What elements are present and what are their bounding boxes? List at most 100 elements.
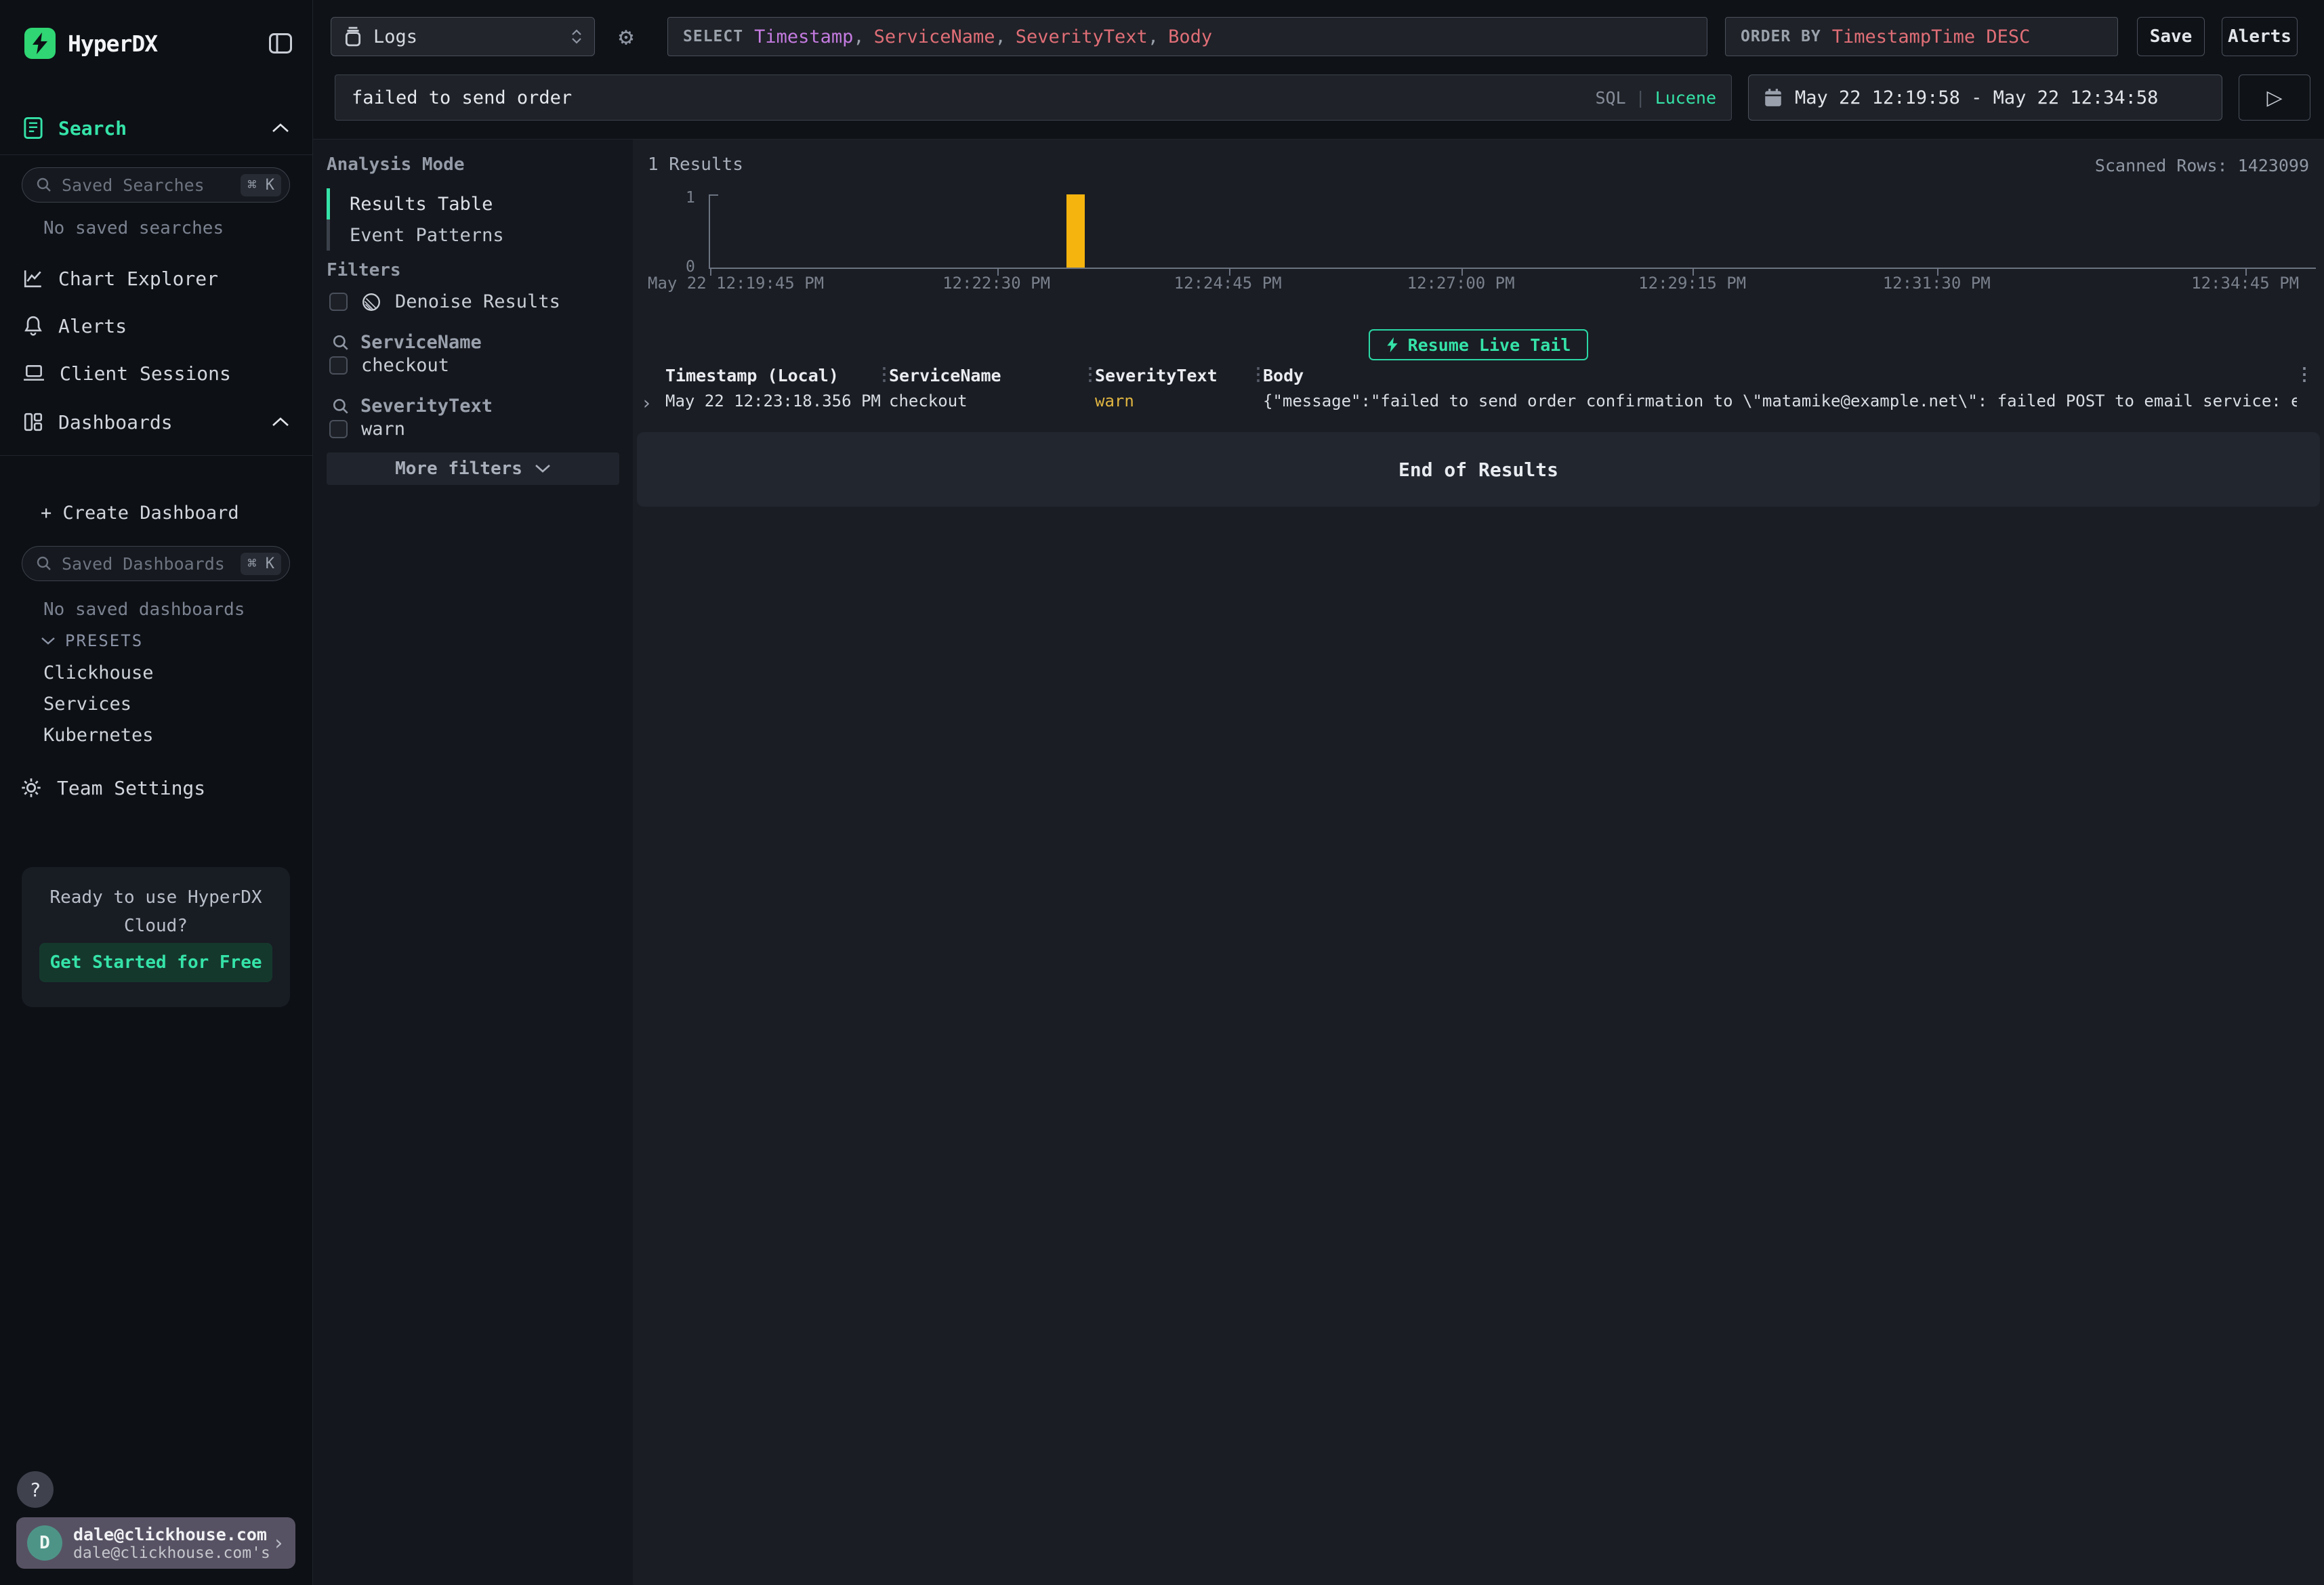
select-chevrons-icon <box>571 29 582 44</box>
filters-panel: Analysis Mode Results Table Event Patter… <box>313 140 633 1585</box>
filter-group-severitytext: SeverityText <box>332 396 493 417</box>
x-tick-label: 12:31:30 PM <box>1883 274 1991 293</box>
sql-column: Body <box>1168 26 1212 47</box>
source-settings-gear-icon[interactable]: ⚙ <box>606 17 646 56</box>
save-button[interactable]: Save <box>2137 17 2205 56</box>
mode-label: Event Patterns <box>350 225 504 246</box>
filter-option-label: warn <box>361 419 405 440</box>
user-info: dale@clickhouse.com dale@clickhouse.com'… <box>73 1525 270 1562</box>
sidebar-collapse-icon[interactable] <box>269 33 292 54</box>
column-header-timestamp[interactable]: Timestamp (Local) <box>665 366 869 385</box>
filter-group-servicename: ServiceName <box>332 332 482 353</box>
get-started-button[interactable]: Get Started for Free <box>39 943 272 982</box>
sql-column: SeverityText <box>1016 26 1148 47</box>
column-header-severitytext[interactable]: SeverityText <box>1095 366 1244 385</box>
sidebar-item-label: Client Sessions <box>60 362 231 385</box>
promo-line2: Cloud? <box>22 912 290 940</box>
lightning-icon <box>1386 336 1398 354</box>
language-toggle: SQL | Lucene <box>1595 88 1731 108</box>
source-select[interactable]: Logs <box>331 17 595 56</box>
end-of-results-label: End of Results <box>1398 459 1558 481</box>
mode-results-table[interactable]: Results Table <box>327 188 611 219</box>
denoise-results-option[interactable]: Denoise Results <box>329 291 560 312</box>
saved-dashboards-input[interactable] <box>62 554 241 574</box>
filters-label: Filters <box>327 260 401 280</box>
mode-event-patterns[interactable]: Event Patterns <box>327 219 611 251</box>
order-by-input[interactable]: ORDER BY TimestampTime DESC <box>1725 17 2118 56</box>
search-icon <box>36 555 52 572</box>
chart-bar[interactable] <box>1066 194 1085 268</box>
filter-option-warn[interactable]: warn <box>329 419 405 440</box>
calendar-icon <box>1764 87 1783 108</box>
filter-option-checkout[interactable]: checkout <box>329 355 449 376</box>
mode-label: Results Table <box>350 194 493 215</box>
chevron-down-icon <box>535 464 551 473</box>
saved-searches-input[interactable] <box>62 175 241 195</box>
sql-column: ServiceName <box>874 26 995 47</box>
saved-searches-search[interactable]: ⌘ K <box>22 167 290 203</box>
sql-column: Timestamp <box>754 26 853 47</box>
saved-dashboards-search[interactable]: ⌘ K <box>22 546 290 581</box>
resume-live-tail-button[interactable]: Resume Live Tail <box>1369 329 1589 360</box>
warn-checkbox[interactable] <box>329 420 348 438</box>
presets-label: PRESETS <box>65 631 143 650</box>
x-tick-label: 12:34:45 PM <box>2191 274 2299 293</box>
preset-kubernetes[interactable]: Kubernetes <box>43 725 154 746</box>
chevron-down-icon <box>41 636 56 646</box>
cmd-k-shortcut: ⌘ K <box>241 174 281 196</box>
filter-group-name: SeverityText <box>360 396 493 417</box>
search-icon[interactable] <box>332 398 350 415</box>
chevron-right-icon: › <box>272 1531 285 1555</box>
more-filters-button[interactable]: More filters <box>327 452 619 485</box>
laptop-icon <box>23 364 45 383</box>
cloud-promo-card: Ready to use HyperDX Cloud? Get Started … <box>22 867 290 1007</box>
chevron-up-icon[interactable] <box>272 417 289 427</box>
filter-group-name: ServiceName <box>360 332 482 353</box>
end-of-results: End of Results <box>637 432 2320 507</box>
x-tick-label: 12:22:30 PM <box>942 274 1050 293</box>
brand-row: HyperDX <box>24 24 292 62</box>
checkout-checkbox[interactable] <box>329 356 348 375</box>
search-icon[interactable] <box>332 334 350 352</box>
sidebar-item-client-sessions[interactable]: Client Sessions <box>0 358 312 389</box>
user-menu[interactable]: D dale@clickhouse.com dale@clickhouse.co… <box>16 1517 295 1569</box>
row-expand-icon[interactable]: › <box>641 393 652 414</box>
x-tick-label: 12:29:15 PM <box>1638 274 1746 293</box>
chevron-up-icon[interactable] <box>272 123 289 133</box>
sidebar-item-dashboards[interactable]: Dashboards <box>0 406 312 438</box>
source-select-value: Logs <box>373 26 417 47</box>
table-row[interactable]: › May 22 12:23:18.356 PM checkout warn {… <box>633 392 2324 420</box>
denoise-checkbox[interactable] <box>329 293 348 311</box>
user-email: dale@clickhouse.com <box>73 1525 270 1544</box>
brand-title: HyperDX <box>68 30 157 57</box>
cmd-k-shortcut: ⌘ K <box>241 553 281 575</box>
more-filters-label: More filters <box>395 459 522 479</box>
live-tail-label: Resume Live Tail <box>1408 335 1571 355</box>
preset-clickhouse[interactable]: Clickhouse <box>43 662 154 683</box>
help-button[interactable]: ? <box>17 1471 54 1508</box>
create-dashboard-button[interactable]: + Create Dashboard <box>41 503 239 524</box>
run-query-button[interactable]: ▷ <box>2239 75 2310 121</box>
search-input[interactable] <box>335 87 1595 108</box>
gear-icon <box>20 777 42 799</box>
column-header-body[interactable]: Body <box>1263 366 1466 385</box>
time-range-picker[interactable]: May 22 12:19:58 - May 22 12:34:58 <box>1748 75 2222 121</box>
sidebar: HyperDX Search ⌘ K No saved searches Cha… <box>0 0 313 1585</box>
denoise-label: Denoise Results <box>395 291 560 312</box>
preset-services[interactable]: Services <box>43 694 131 715</box>
alerts-button[interactable]: Alerts <box>2222 17 2298 56</box>
presets-toggle[interactable]: PRESETS <box>41 631 143 650</box>
lucene-mode-toggle[interactable]: Lucene <box>1655 88 1716 108</box>
sql-mode-toggle[interactable]: SQL <box>1595 88 1625 108</box>
column-header-servicename[interactable]: ServiceName <box>889 366 1073 385</box>
dashboards-icon <box>23 412 43 432</box>
sidebar-item-alerts[interactable]: Alerts <box>0 310 312 341</box>
search-bar[interactable]: SQL | Lucene <box>335 75 1732 121</box>
column-settings-icon[interactable]: ⋮ <box>2296 364 2313 385</box>
sidebar-item-search[interactable]: Search <box>0 112 312 144</box>
sidebar-item-team-settings[interactable]: Team Settings <box>0 772 312 803</box>
select-columns-input[interactable]: SELECT Timestamp, ServiceName, SeverityT… <box>667 17 1707 56</box>
cell-timestamp: May 22 12:23:18.356 PM <box>665 392 882 410</box>
sidebar-item-label: Team Settings <box>57 777 205 799</box>
sidebar-item-chart-explorer[interactable]: Chart Explorer <box>0 263 312 294</box>
